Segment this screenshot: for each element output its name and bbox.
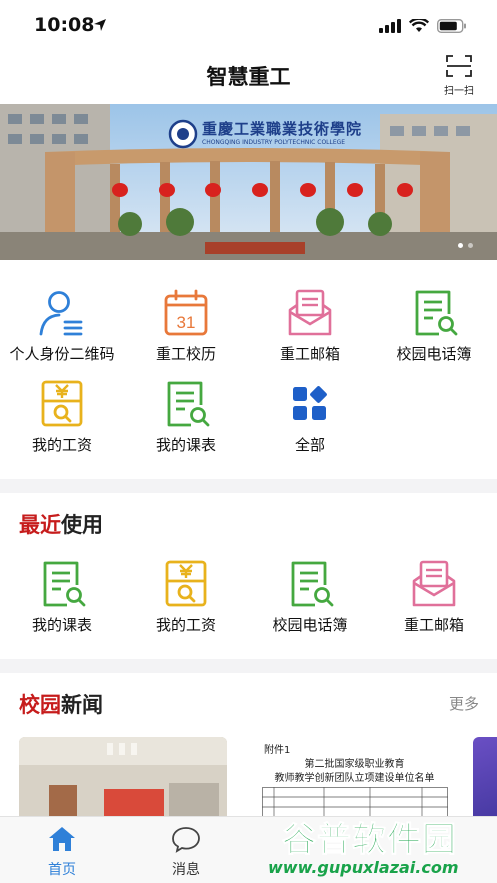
- news-title-highlight: 校园: [19, 693, 61, 717]
- app-label: 重工邮箱: [403, 616, 464, 634]
- mail-icon: [288, 289, 332, 336]
- all-apps-icon: [293, 386, 327, 420]
- watermark-url: www.gupuxlazai.com: [268, 858, 459, 877]
- carousel-dot-1[interactable]: [458, 243, 463, 248]
- person-qrcode-icon: [39, 291, 83, 336]
- app-label: 我的工资: [155, 616, 216, 634]
- app-person-qrcode[interactable]: 个人身份二维码: [0, 288, 124, 364]
- recent-phonebook[interactable]: 校园电话簿: [248, 559, 372, 635]
- recent-mail[interactable]: 重工邮箱: [372, 559, 496, 635]
- app-label: 校园电话簿: [272, 616, 348, 634]
- scan-label: 扫一扫: [444, 86, 474, 97]
- doc-heading-2: 教师教学创新团队立项建设单位名单: [274, 773, 435, 784]
- tab-home[interactable]: 首页: [22, 825, 102, 879]
- recent-title-highlight: 最近: [19, 513, 61, 537]
- scan-icon: [446, 55, 472, 77]
- app-label: 我的工资: [31, 436, 92, 454]
- app-all[interactable]: 全部: [248, 379, 372, 455]
- app-mail[interactable]: 重工邮箱: [248, 288, 372, 364]
- wifi-icon: [409, 19, 429, 32]
- status-bar: 10:08: [0, 0, 497, 52]
- phonebook-icon: [415, 290, 458, 336]
- home-icon: [49, 827, 75, 851]
- calendar-icon: 31: [164, 289, 208, 336]
- news-title-rest: 新闻: [61, 693, 103, 717]
- tab-messages[interactable]: 消息: [146, 825, 226, 879]
- news-title: 校园新闻: [19, 689, 103, 719]
- mail-icon: [412, 560, 456, 607]
- doc-heading-1: 第二批国家级职业教育: [304, 759, 405, 770]
- recent-salary[interactable]: 我的工资: [124, 559, 248, 635]
- carousel-indicator: [458, 243, 473, 248]
- app-phonebook[interactable]: 校园电话簿: [372, 288, 496, 364]
- signal-icon: [379, 19, 401, 33]
- recent-title-rest: 使用: [61, 513, 103, 537]
- app-label: 我的课表: [155, 436, 216, 454]
- app-calendar[interactable]: 31 重工校历: [124, 288, 248, 364]
- status-icons: [379, 19, 467, 33]
- timetable-icon: [167, 381, 210, 427]
- app-label: 个人身份二维码: [9, 345, 115, 363]
- tab-label: 消息: [172, 862, 200, 878]
- app-label: 重工邮箱: [279, 345, 340, 363]
- banner-carousel[interactable]: 重慶工業職業技術學院 CHONGQING INDUSTRY POLYTECHNI…: [0, 104, 497, 260]
- watermark-text: 谷普软件园: [282, 820, 457, 861]
- tab-label: 首页: [48, 862, 76, 878]
- recent-timetable[interactable]: 我的课表: [0, 559, 124, 635]
- status-time: 10:08: [34, 14, 95, 36]
- app-timetable[interactable]: 我的课表: [124, 379, 248, 455]
- news-more-link[interactable]: 更多: [449, 693, 479, 714]
- location-arrow-icon: [94, 19, 106, 31]
- calendar-day: 31: [177, 313, 196, 332]
- doc-tag: 附件1: [264, 745, 291, 756]
- chat-bubble-icon: [172, 827, 200, 853]
- scan-button[interactable]: 扫一扫: [438, 55, 480, 101]
- battery-icon: [437, 19, 466, 33]
- app-label: 我的课表: [31, 616, 92, 634]
- banner-college-name: 重慶工業職業技術學院: [202, 120, 363, 138]
- app-label: 重工校历: [155, 345, 216, 363]
- salary-icon: [41, 380, 83, 427]
- nav-bar: 智慧重工 扫一扫: [0, 52, 497, 104]
- salary-icon: [165, 560, 207, 607]
- watermark: 谷普软件园 www.gupuxlazai.com: [252, 812, 497, 883]
- phonebook-icon: [291, 561, 334, 607]
- recent-title: 最近使用: [19, 509, 103, 539]
- app-label: 全部: [294, 436, 325, 454]
- timetable-icon: [43, 561, 86, 607]
- app-salary[interactable]: 我的工资: [0, 379, 124, 455]
- app-grid: 个人身份二维码 31 重工校历 重工邮箱 校园电话簿 我的工资 我的课表 全部: [0, 260, 497, 479]
- carousel-dot-2[interactable]: [468, 243, 473, 248]
- banner-college-name-en: CHONGQING INDUSTRY POLYTECHNIC COLLEGE: [202, 139, 346, 146]
- page-title: 智慧重工: [206, 65, 291, 89]
- recent-section: 最近使用 我的课表 我的工资 校园电话簿 重工邮箱: [0, 493, 497, 659]
- app-label: 校园电话簿: [396, 345, 472, 363]
